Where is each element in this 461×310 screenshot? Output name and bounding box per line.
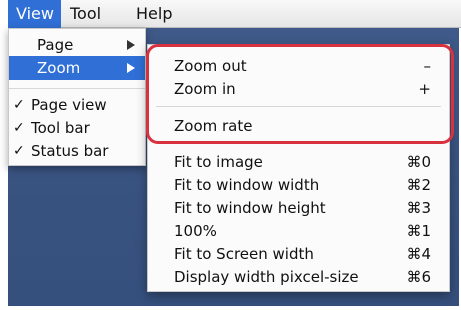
menu-item-label: Fit to Screen width xyxy=(174,245,314,263)
menu-item-fit-to-image[interactable]: Fit to image ⌘0 xyxy=(148,151,449,174)
menu-help[interactable]: Help xyxy=(128,0,180,28)
checkmark-icon: ✓ xyxy=(13,97,25,113)
checkmark-icon: ✓ xyxy=(13,120,25,136)
menu-item-100-percent[interactable]: 100% ⌘1 xyxy=(148,220,449,243)
menu-item-label: 100% xyxy=(174,222,217,240)
menu-item-label: Zoom xyxy=(37,59,81,77)
menu-item-label: Fit to window width xyxy=(174,176,320,194)
menu-item-fit-screen-width[interactable]: Fit to Screen width ⌘4 xyxy=(148,243,449,266)
menu-item-fit-window-height[interactable]: Fit to window height ⌘3 xyxy=(148,197,449,220)
menu-bar: View Tool Help xyxy=(8,0,461,28)
chevron-right-icon xyxy=(127,40,135,50)
menu-item-label: Tool bar xyxy=(31,119,90,137)
highlight-outline xyxy=(146,44,454,144)
shortcut-label: ⌘0 xyxy=(406,153,431,171)
menu-item-label: Status bar xyxy=(31,142,109,160)
menu-item-label: Page xyxy=(37,36,74,54)
menu-view[interactable]: View xyxy=(8,0,61,28)
menu-item-page[interactable]: Page xyxy=(9,33,145,57)
view-menu: Page Zoom ✓ Page view ✓ Tool bar ✓ Statu… xyxy=(8,28,146,166)
menu-item-label: Page view xyxy=(31,96,107,114)
chevron-right-icon xyxy=(127,63,135,73)
shortcut-label: ⌘1 xyxy=(406,222,431,240)
menu-item-page-view[interactable]: ✓ Page view xyxy=(9,93,145,117)
menu-item-label: Fit to window height xyxy=(174,199,326,217)
shortcut-label: ⌘6 xyxy=(406,268,431,286)
shortcut-label: ⌘3 xyxy=(406,199,431,217)
menu-item-fit-window-width[interactable]: Fit to window width ⌘2 xyxy=(148,174,449,197)
shortcut-label: ⌘2 xyxy=(406,176,431,194)
menu-item-status-bar[interactable]: ✓ Status bar xyxy=(9,139,145,163)
menu-item-label: Display width pixcel-size xyxy=(174,268,359,286)
menu-item-zoom[interactable]: Zoom xyxy=(9,56,145,80)
menu-tool[interactable]: Tool xyxy=(62,0,118,28)
menu-separator xyxy=(9,88,145,89)
menu-item-display-pixel-size[interactable]: Display width pixcel-size ⌘6 xyxy=(148,266,449,289)
menu-item-label: Fit to image xyxy=(174,153,263,171)
checkmark-icon: ✓ xyxy=(13,143,25,159)
menu-item-tool-bar[interactable]: ✓ Tool bar xyxy=(9,116,145,140)
shortcut-label: ⌘4 xyxy=(406,245,431,263)
